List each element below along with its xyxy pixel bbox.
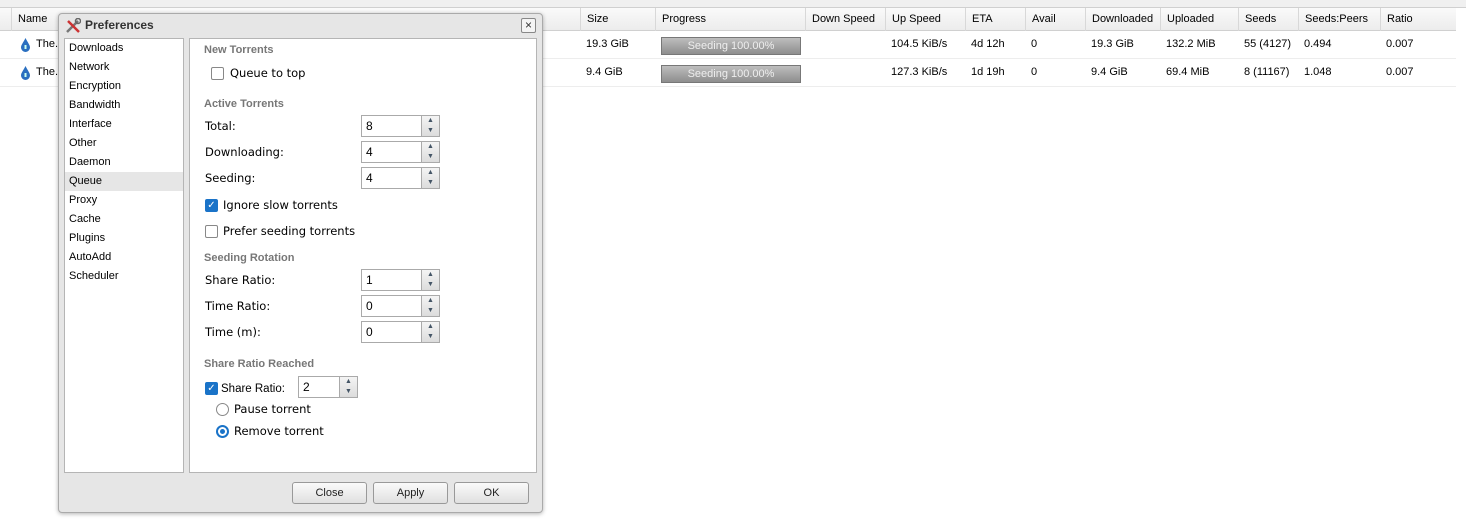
- category-encryption[interactable]: Encryption: [65, 77, 183, 96]
- time-ratio-spinner[interactable]: ▲ ▼: [422, 295, 440, 317]
- cell-seeds-peers: 1.048: [1304, 66, 1332, 78]
- time-ratio-label: Time Ratio:: [205, 299, 271, 313]
- category-other[interactable]: Other: [65, 134, 183, 153]
- cell-avail: 0: [1031, 66, 1038, 78]
- cell-up-speed: 104.5 KiB/s: [891, 38, 948, 50]
- column-header-uploaded[interactable]: Uploaded: [1160, 8, 1238, 31]
- cell-down-speed: [805, 59, 811, 87]
- cell-up-speed: 127.3 KiB/s: [891, 66, 948, 78]
- downloading-label: Downloading:: [205, 145, 284, 159]
- category-network[interactable]: Network: [65, 58, 183, 77]
- cell-uploaded: 69.4 MiB: [1166, 66, 1210, 78]
- seeding-input[interactable]: 4: [361, 167, 422, 189]
- share-ratio-input[interactable]: 1: [361, 269, 422, 291]
- category-daemon[interactable]: Daemon: [65, 153, 183, 172]
- cell-eta: 4d 12h: [971, 38, 1005, 50]
- total-spinner[interactable]: ▲ ▼: [422, 115, 440, 137]
- pause-torrent-label: Pause torrent: [234, 402, 311, 416]
- cell-ratio: 0.007: [1386, 38, 1414, 50]
- category-autoadd[interactable]: AutoAdd: [65, 248, 183, 267]
- column-header-progress[interactable]: Progress: [655, 8, 805, 31]
- category-bandwidth[interactable]: Bandwidth: [65, 96, 183, 115]
- cell-size: 9.4 GiB: [586, 66, 623, 78]
- tools-icon: [66, 18, 81, 33]
- ok-button[interactable]: OK: [454, 482, 529, 504]
- total-label: Total:: [205, 119, 236, 133]
- column-header-down-speed[interactable]: Down Speed: [805, 8, 885, 31]
- share-ratio-reached-label: Share Ratio:: [221, 382, 285, 395]
- time-spinner[interactable]: ▲ ▼: [422, 321, 440, 343]
- cell-downloaded: 19.3 GiB: [1091, 38, 1134, 50]
- column-header-eta[interactable]: ETA: [965, 8, 1025, 31]
- downloading-input[interactable]: 4: [361, 141, 422, 163]
- category-downloads[interactable]: Downloads: [65, 39, 183, 58]
- dialog-title: Preferences: [85, 18, 154, 32]
- progress-bar: Seeding 100.00%: [661, 37, 801, 55]
- time-input[interactable]: 0: [361, 321, 422, 343]
- category-cache[interactable]: Cache: [65, 210, 183, 229]
- cell-ratio: 0.007: [1386, 66, 1414, 78]
- close-icon[interactable]: ×: [521, 18, 536, 33]
- total-input[interactable]: 8: [361, 115, 422, 137]
- heading-share-ratio-reached: Share Ratio Reached: [204, 358, 315, 370]
- cell-eta: 1d 19h: [971, 66, 1005, 78]
- seeding-label: Seeding:: [205, 171, 256, 185]
- column-header-downloaded[interactable]: Downloaded: [1085, 8, 1160, 31]
- heading-seeding-rotation: Seeding Rotation: [204, 252, 295, 264]
- prefer-seeding-label: Prefer seeding torrents: [223, 224, 356, 238]
- category-interface[interactable]: Interface: [65, 115, 183, 134]
- cell-seeds: 8 (11167): [1244, 66, 1290, 78]
- column-header-size[interactable]: Size: [580, 8, 655, 31]
- cell-name: The.: [36, 66, 59, 78]
- cell-avail: 0: [1031, 38, 1038, 50]
- remove-torrent-label: Remove torrent: [234, 424, 324, 438]
- cell-size: 19.3 GiB: [586, 38, 629, 50]
- toolbar-strip: [0, 0, 1466, 8]
- prefer-seeding-checkbox[interactable]: Prefer seeding torrents: [205, 224, 355, 238]
- category-plugins[interactable]: Plugins: [65, 229, 183, 248]
- cell-down-speed: [805, 31, 811, 59]
- time-ratio-input[interactable]: 0: [361, 295, 422, 317]
- apply-button[interactable]: Apply: [373, 482, 448, 504]
- heading-new-torrents: New Torrents: [204, 44, 274, 56]
- queue-to-top-checkbox[interactable]: Queue to top: [211, 66, 305, 80]
- ignore-slow-label: Ignore slow torrents: [223, 198, 338, 212]
- remove-torrent-radio[interactable]: Remove torrent: [216, 424, 324, 438]
- seeding-spinner[interactable]: ▲ ▼: [422, 167, 440, 189]
- column-header-seeds-peers[interactable]: Seeds:Peers: [1298, 8, 1380, 31]
- category-scheduler[interactable]: Scheduler: [65, 267, 183, 286]
- close-button[interactable]: Close: [292, 482, 367, 504]
- category-list: Downloads Network Encryption Bandwidth Inter…: [64, 38, 184, 473]
- category-queue[interactable]: Queue: [65, 172, 183, 191]
- queue-to-top-label: Queue to top: [230, 66, 306, 80]
- progress-bar: Seeding 100.00%: [661, 65, 801, 83]
- column-header-up-speed[interactable]: Up Speed: [885, 8, 965, 31]
- category-proxy[interactable]: Proxy: [65, 191, 183, 210]
- column-header-ratio[interactable]: Ratio: [1380, 8, 1455, 31]
- share-ratio-reached-input[interactable]: 2: [298, 376, 340, 398]
- heading-active-torrents: Active Torrents: [204, 98, 284, 110]
- column-header-avail[interactable]: Avail: [1025, 8, 1085, 31]
- cell-downloaded: 9.4 GiB: [1091, 66, 1128, 78]
- column-header-seeds[interactable]: Seeds: [1238, 8, 1298, 31]
- cell-name: The.: [36, 38, 59, 50]
- ignore-slow-checkbox[interactable]: ✓ Ignore slow torrents: [205, 198, 338, 212]
- cell-seeds: 55 (4127): [1244, 38, 1292, 50]
- share-ratio-spinner[interactable]: ▲ ▼: [422, 269, 440, 291]
- share-ratio-reached-spinner[interactable]: ▲ ▼: [340, 376, 358, 398]
- cell-seeds-peers: 0.494: [1304, 38, 1332, 50]
- share-ratio-label: Share Ratio:: [205, 273, 276, 287]
- cell-uploaded: 132.2 MiB: [1166, 38, 1216, 50]
- downloading-spinner[interactable]: ▲ ▼: [422, 141, 440, 163]
- pause-torrent-radio[interactable]: Pause torrent: [216, 402, 311, 416]
- share-ratio-reached-checkbox[interactable]: ✓ Share Ratio:: [205, 382, 285, 395]
- time-label: Time (m):: [205, 325, 261, 339]
